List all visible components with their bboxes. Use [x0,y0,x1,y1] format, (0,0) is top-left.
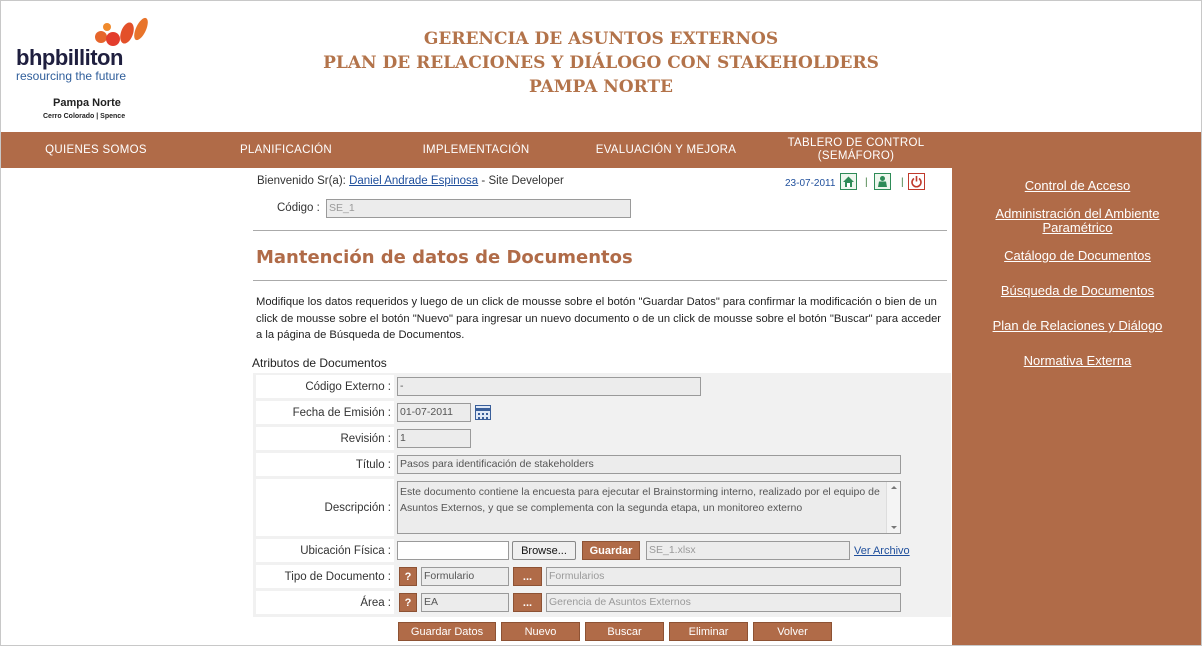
titulo-label: Título : [256,453,394,476]
titulo-field[interactable]: Pasos para identificación de stakeholder… [397,455,901,474]
sidebar-link-catalogo[interactable]: Catálogo de Documentos [952,249,1201,263]
nav-item-tablero[interactable]: TABLERO DE CONTROL (SEMÁFORO) [781,132,931,168]
area-lookup-button[interactable]: ... [513,593,542,612]
site-title: GERENCIA DE ASUNTOS EXTERNOS PLAN DE REL… [301,27,901,99]
ver-archivo-link[interactable]: Ver Archivo [854,545,910,557]
title-line: GERENCIA DE ASUNTOS EXTERNOS [423,29,779,49]
fecha-emision-label: Fecha de Emisión : [256,401,394,424]
ubicacion-file-field[interactable] [397,541,509,560]
ubicacion-label: Ubicación Física : [256,539,394,562]
title-line: PAMPA NORTE [529,77,673,97]
main-nav: QUIENES SOMOS PLANIFICACIÓN IMPLEMENTACI… [1,132,1201,168]
home-icon[interactable] [840,173,857,190]
logo-tagline: resourcing the future [16,69,127,83]
separator: | [865,177,868,188]
nuevo-button[interactable]: Nuevo [501,622,580,641]
volver-button[interactable]: Volver [753,622,832,641]
right-sidebar: Control de Acceso Administración del Amb… [952,168,1201,645]
codigo-field[interactable]: SE_1 [326,199,631,218]
logo-subsite: Cerro Colorado | Spence [43,113,126,120]
nav-item-planificacion[interactable]: PLANIFICACIÓN [191,132,381,168]
codigo-externo-field[interactable]: - [397,377,701,396]
tipo-documento-label: Tipo de Documento : [256,565,394,588]
area-code-field[interactable]: EA [421,593,509,612]
title-line: PLAN DE RELACIONES Y DIÁLOGO CON STAKEHO… [323,53,879,73]
revision-label: Revisión : [256,427,394,450]
separator: | [901,177,904,188]
user-role: - Site Developer [481,175,564,187]
guardar-datos-button[interactable]: Guardar Datos [398,622,496,641]
instructions-text: Modifique los datos requeridos y luego d… [256,296,942,341]
nav-item-implementacion[interactable]: IMPLEMENTACIÓN [381,132,571,168]
codigo-externo-label: Código Externo : [256,375,394,398]
guardar-archivo-button[interactable]: Guardar [582,541,640,560]
tipo-documento-code-field[interactable]: Formulario [421,567,509,586]
logo-dots-icon [95,17,148,46]
sidebar-link-control-acceso[interactable]: Control de Acceso [952,179,1201,193]
buscar-button[interactable]: Buscar [585,622,664,641]
logo-site: Pampa Norte [53,97,121,109]
browse-button[interactable]: Browse... [512,541,576,560]
user-icon[interactable] [874,173,891,190]
nav-item-evaluacion[interactable]: EVALUACIÓN Y MEJORA [571,132,761,168]
tipo-lookup-button[interactable]: ... [513,567,542,586]
user-name-link[interactable]: Daniel Andrade Espinosa [349,175,478,187]
descripcion-label: Descripción : [256,479,394,536]
sidebar-link-plan-relaciones[interactable]: Plan de Relaciones y Diálogo [952,319,1201,333]
eliminar-button[interactable]: Eliminar [669,622,748,641]
descripcion-textarea[interactable]: Este documento contiene la encuesta para… [397,481,901,534]
page: bhpbilliton resourcing the future Pampa … [0,0,1202,646]
textarea-scrollbar[interactable] [886,482,900,533]
sidebar-link-busqueda[interactable]: Búsqueda de Documentos [952,284,1201,298]
current-date: 23-07-2011 [785,178,836,189]
revision-field[interactable]: 1 [397,429,471,448]
sidebar-link-normativa[interactable]: Normativa Externa [952,354,1201,368]
area-help-button[interactable]: ? [399,593,417,612]
calendar-icon[interactable] [475,405,491,420]
section-label: Atributos de Documentos [252,356,387,370]
stored-file-field: SE_1.xlsx [646,541,850,560]
welcome-prefix: Bienvenido Sr(a): [257,175,346,187]
logo-wordmark: bhpbilliton [16,45,123,70]
power-icon[interactable] [908,173,925,190]
nav-item-quienes-somos[interactable]: QUIENES SOMOS [1,132,191,168]
descripcion-text: Este documento contiene la encuesta para… [400,486,880,514]
page-title: Mantención de datos de Documentos [256,247,633,268]
area-desc-field: Gerencia de Asuntos Externos [546,593,901,612]
sidebar-link-ambiente-parametrico[interactable]: Administración del Ambiente Paramétrico [952,207,1201,235]
codigo-label: Código : [277,202,320,214]
area-label: Área : [256,591,394,614]
welcome-text: Bienvenido Sr(a): Daniel Andrade Espinos… [257,175,564,187]
divider [253,230,947,231]
tipo-documento-desc-field: Formularios [546,567,901,586]
tipo-help-button[interactable]: ? [399,567,417,586]
fecha-emision-field[interactable]: 01-07-2011 [397,403,471,422]
divider [253,280,947,281]
